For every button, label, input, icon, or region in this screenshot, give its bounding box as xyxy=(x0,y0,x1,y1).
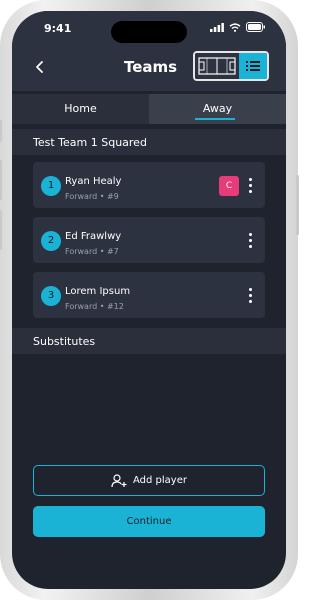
team-tabs: Home Away xyxy=(12,94,286,124)
more-options-icon[interactable] xyxy=(249,233,253,249)
status-icons xyxy=(210,22,266,32)
tab-away[interactable]: Away xyxy=(149,94,286,124)
page-title: Teams xyxy=(124,58,178,76)
active-tab-indicator xyxy=(195,118,235,120)
player-name: Ryan Healy xyxy=(65,176,122,187)
dynamic-island xyxy=(111,21,187,43)
player-card[interactable]: 3 Lorem Ipsum Forward • #12 xyxy=(33,272,265,318)
player-position: Forward • #9 xyxy=(65,192,119,201)
player-number-badge: 2 xyxy=(41,231,61,251)
wifi-icon xyxy=(229,22,241,32)
add-player-button[interactable]: Add player xyxy=(33,465,265,496)
substitutes-title: Substitutes xyxy=(33,335,96,348)
view-mode-toggle[interactable] xyxy=(193,51,269,81)
player-name: Lorem Ipsum xyxy=(65,286,131,297)
player-number-badge: 1 xyxy=(41,176,61,196)
more-options-icon[interactable] xyxy=(249,178,253,194)
field-view-button[interactable] xyxy=(195,53,239,79)
player-card[interactable]: 1 Ryan Healy Forward • #9 C xyxy=(33,162,265,208)
player-position: Forward • #12 xyxy=(65,302,124,311)
phone-side-button xyxy=(296,175,299,235)
list-icon xyxy=(246,61,260,71)
player-card[interactable]: 2 Ed Frawlwy Forward • #7 xyxy=(33,217,265,263)
status-bar: 9:41 xyxy=(12,11,286,45)
phone-side-button xyxy=(0,160,2,200)
substitutes-header: Substitutes xyxy=(12,328,286,354)
signal-icon xyxy=(210,22,224,32)
list-view-button[interactable] xyxy=(239,53,267,79)
player-name: Ed Frawlwy xyxy=(65,231,122,242)
tab-home-label: Home xyxy=(64,102,97,115)
app-screen: 9:41 Teams Home Away Test Team 1 Squared… xyxy=(12,11,286,589)
continue-label: Continue xyxy=(126,516,172,527)
tab-away-label: Away xyxy=(202,102,233,115)
status-time: 9:41 xyxy=(44,22,72,35)
team-name-header: Test Team 1 Squared xyxy=(12,129,286,155)
add-user-icon xyxy=(111,473,127,487)
continue-button[interactable]: Continue xyxy=(33,506,265,537)
player-position: Forward • #7 xyxy=(65,247,119,256)
team-name: Test Team 1 Squared xyxy=(33,136,147,149)
phone-side-button xyxy=(0,210,2,250)
battery-icon xyxy=(246,22,265,32)
add-player-label: Add player xyxy=(133,475,187,486)
more-options-icon[interactable] xyxy=(249,288,253,304)
player-number-badge: 3 xyxy=(41,286,61,306)
top-app-bar: Teams xyxy=(12,45,286,91)
tab-home[interactable]: Home xyxy=(12,94,149,124)
captain-badge: C xyxy=(219,176,239,196)
pitch-icon xyxy=(198,57,236,75)
phone-side-button xyxy=(0,120,2,142)
back-icon[interactable] xyxy=(32,59,48,75)
